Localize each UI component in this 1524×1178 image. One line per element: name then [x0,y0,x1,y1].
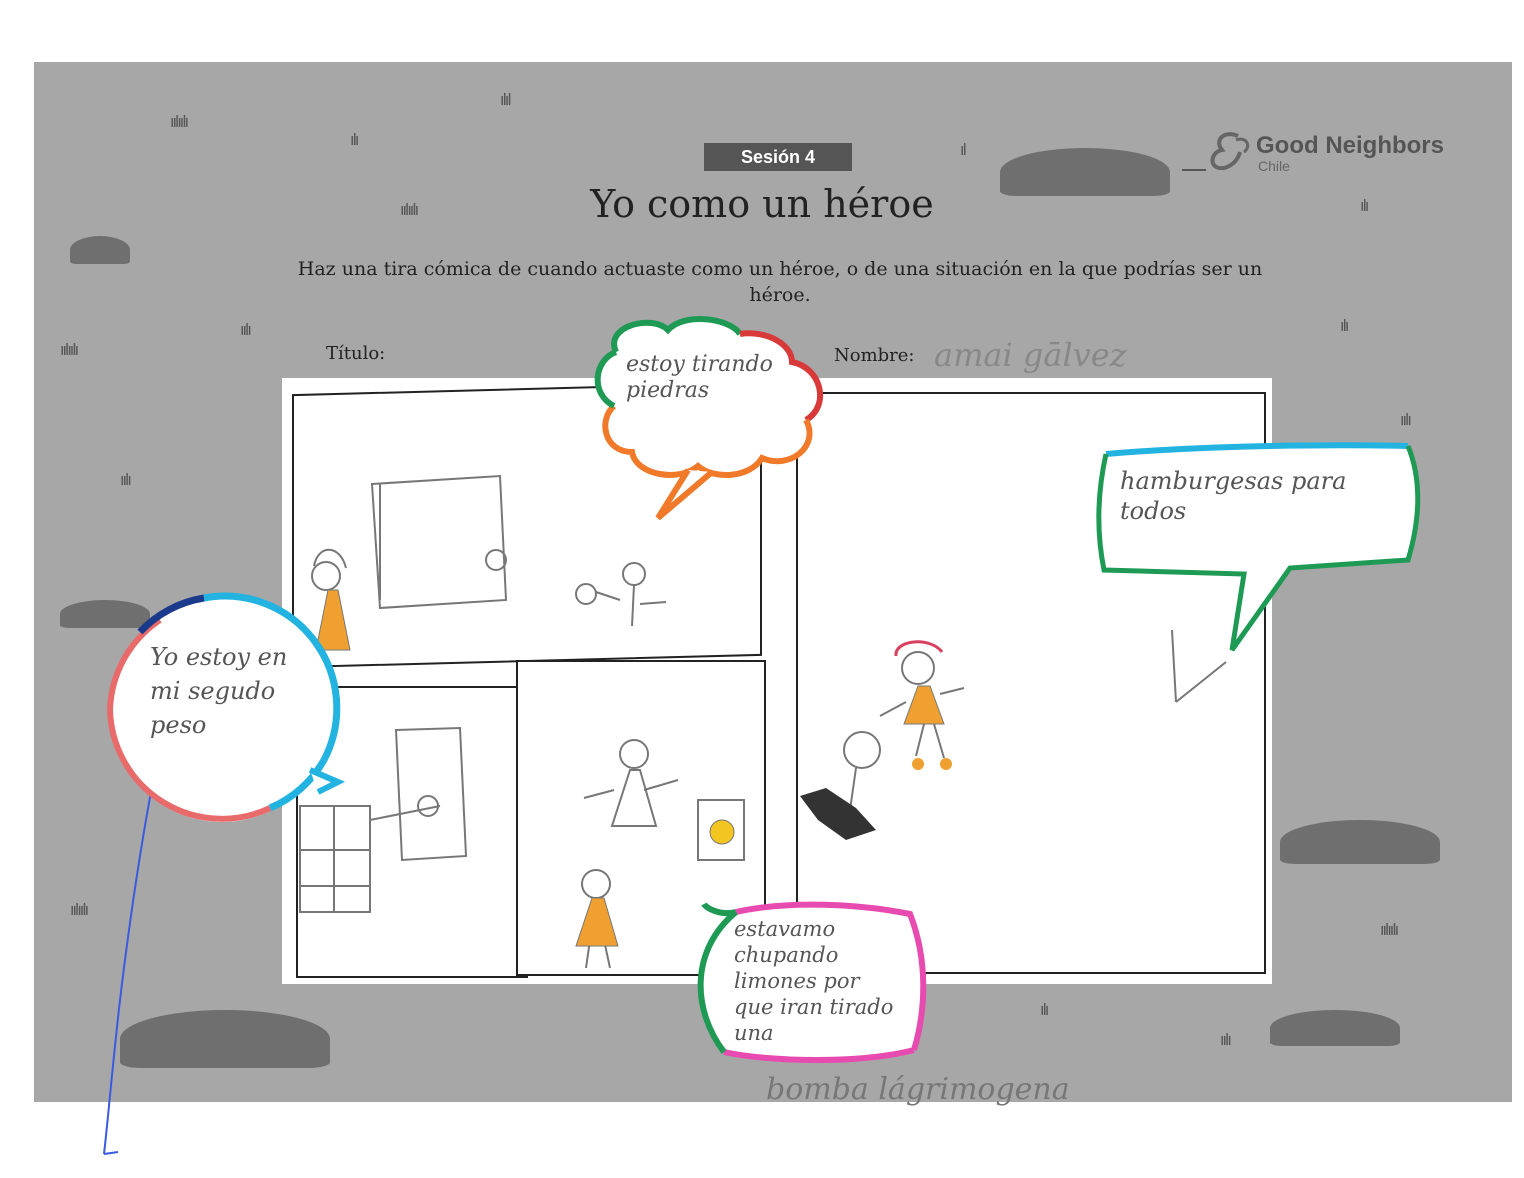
speech-bubble-right-text: hamburgesas para todos [1120,467,1347,525]
handwritten-bottom-note: bomba lágrimogena [766,1072,1070,1107]
speech-bubble-top-text: estoy tirando piedras [626,352,773,403]
speech-bubble-bottom-text: estavamo chupando limones por que iran t… [734,917,894,1045]
speech-bubble-left-text: Yo estoy en mi segudo peso [150,643,288,739]
